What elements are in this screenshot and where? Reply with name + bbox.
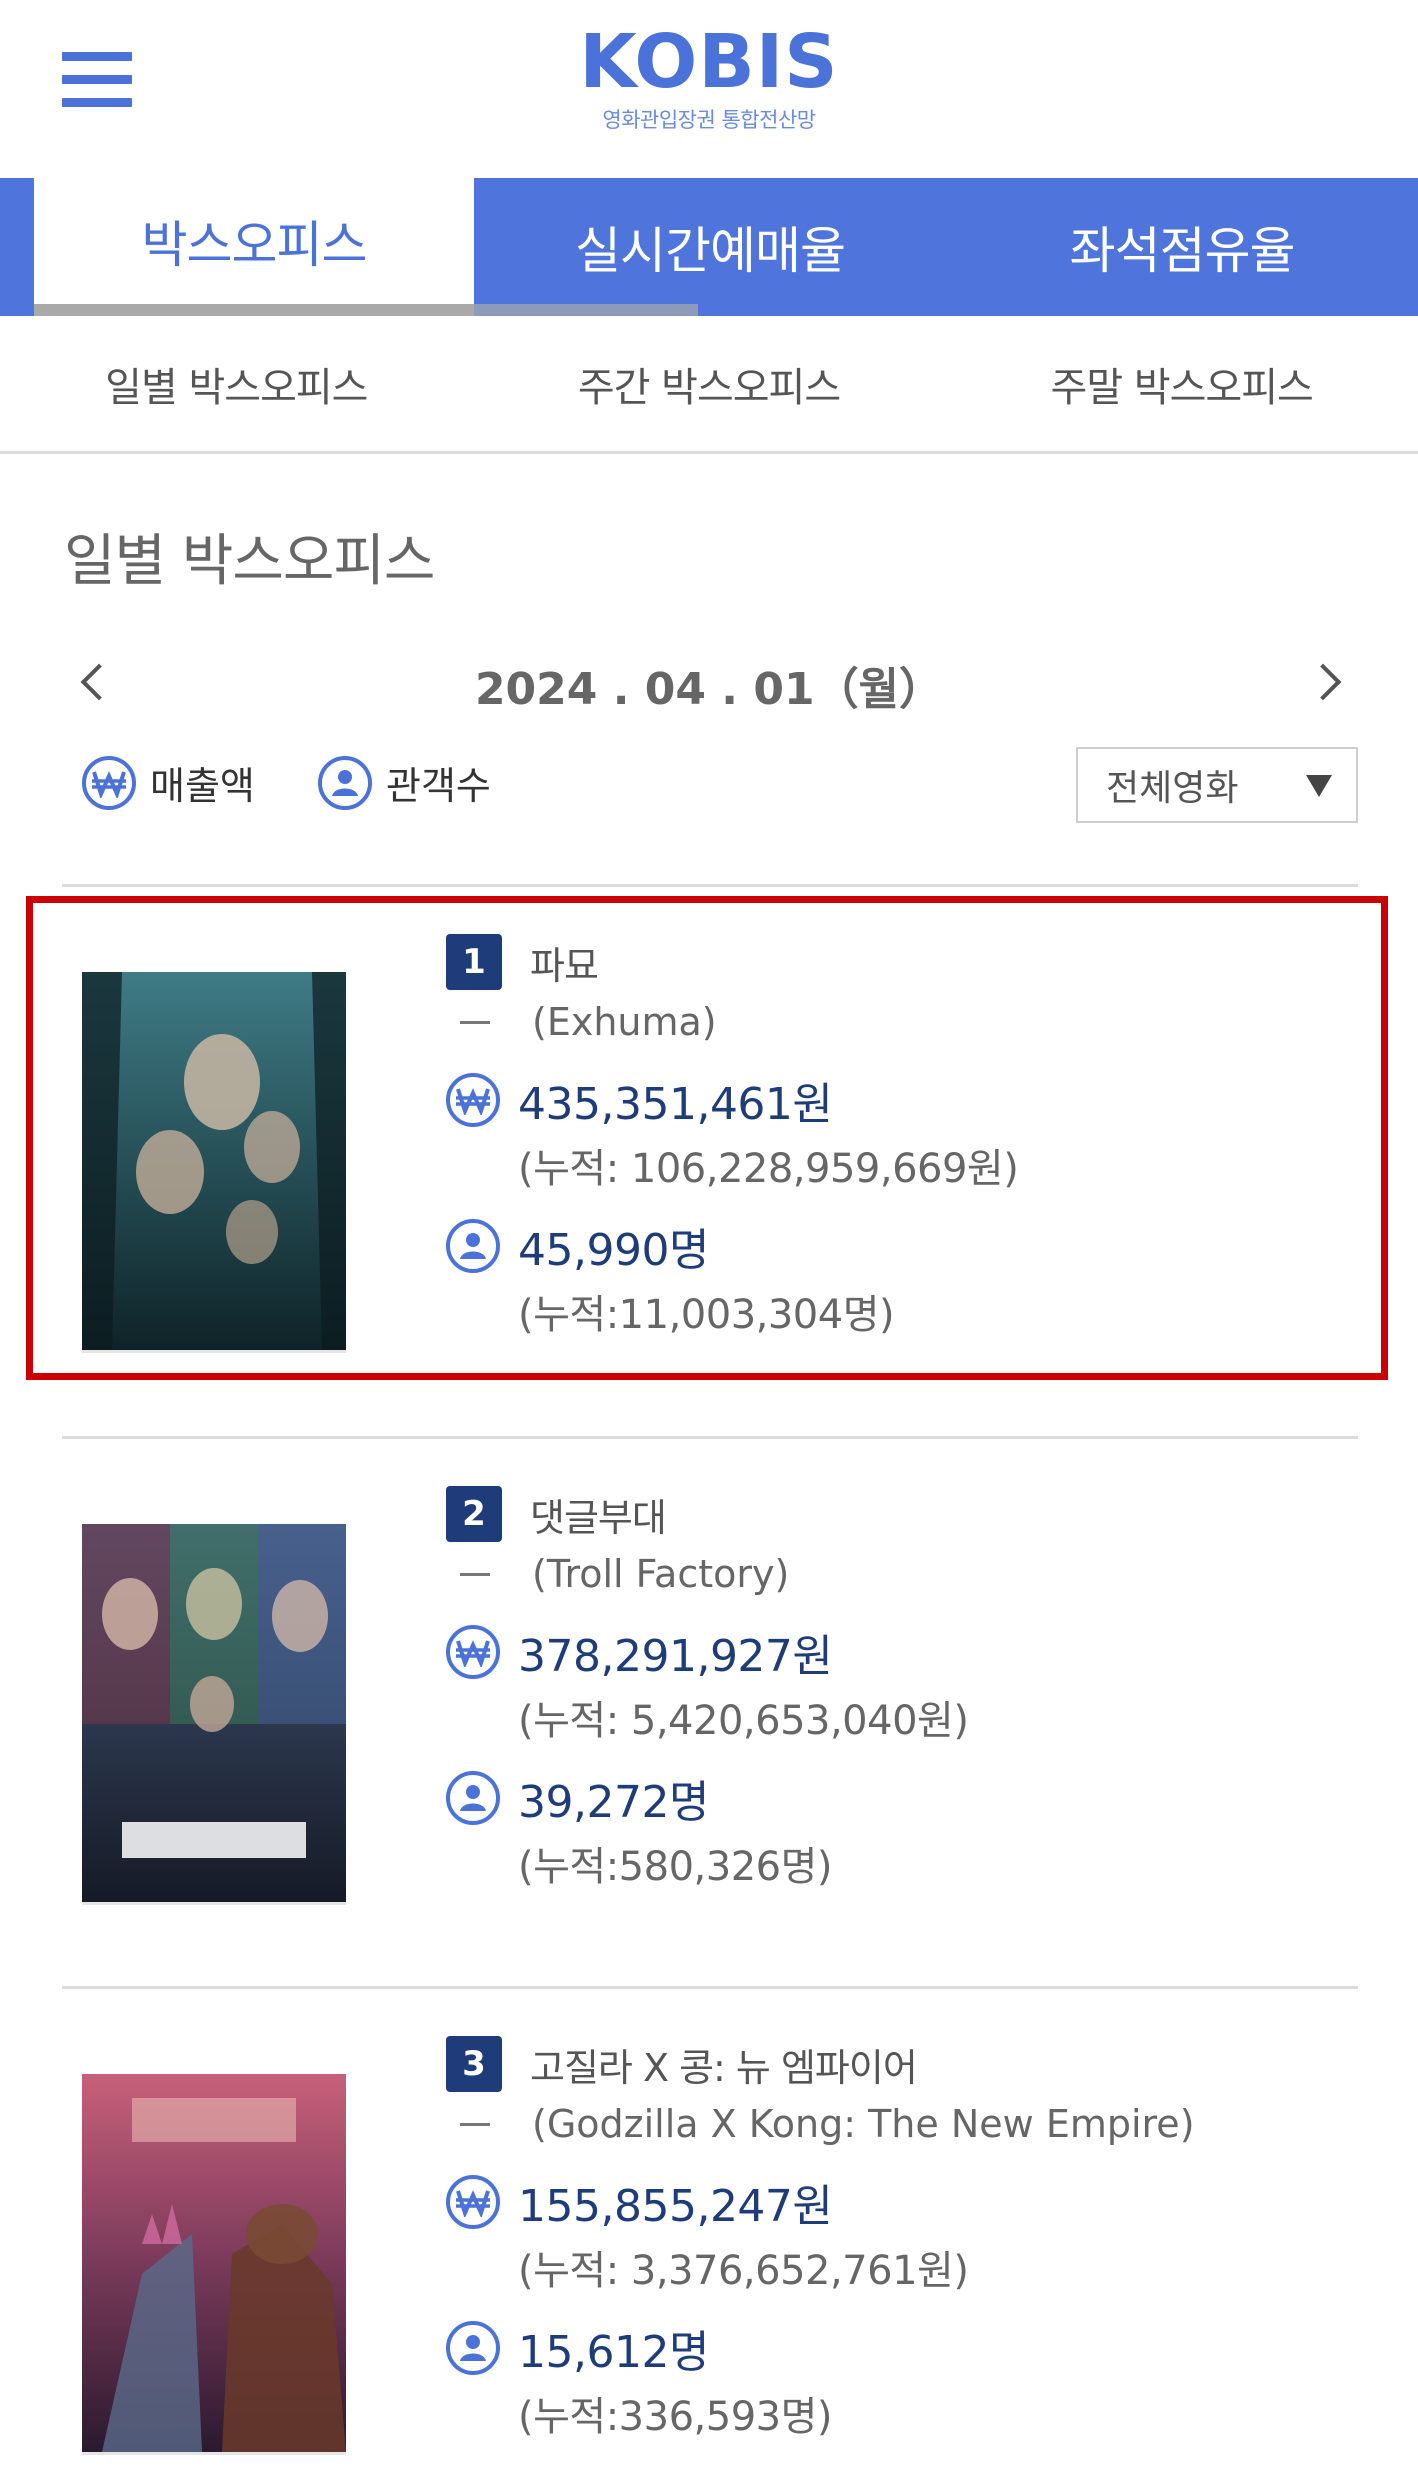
date-navigator: 2024 . 04 . 01（월） bbox=[0, 637, 1418, 747]
chevron-right-icon[interactable] bbox=[1310, 661, 1350, 701]
movie-entry[interactable]: 1 파묘 (Exhuma) 435,351,461원 (누적: 106,228,… bbox=[0, 896, 1418, 1376]
movie-title[interactable]: 댓글부대 bbox=[530, 1487, 667, 1542]
main-tab-bar: 박스오피스 실시간예매율 좌석점유율 bbox=[0, 178, 1418, 316]
movie-title-en-line: (Exhuma) bbox=[460, 1000, 717, 1044]
subtab-weekly[interactable]: 주간 박스오피스 bbox=[473, 355, 946, 413]
legend-sales-label: 매출액 bbox=[150, 764, 255, 808]
page: KOBIS 영화관입장권 통합전산망 박스오피스 실시간예매율 좌석점유율 일별… bbox=[0, 0, 1418, 2475]
movie-title-en-line: (Godzilla X Kong: The New Empire) bbox=[460, 2102, 1195, 2146]
rank-title-line: 2 댓글부대 bbox=[446, 1486, 667, 1542]
sales-stat: 155,855,247원 bbox=[446, 2170, 833, 2234]
person-icon bbox=[446, 1771, 500, 1825]
sales-value: 155,855,247원 bbox=[518, 2181, 833, 2232]
logo[interactable]: KOBIS 영화관입장권 통합전산망 bbox=[0, 22, 1418, 134]
rank-title-line: 3 고질라 X 콩: 뉴 엠파이어 bbox=[446, 2036, 918, 2092]
tab-shadow bbox=[474, 304, 698, 316]
movie-title-en: (Godzilla X Kong: The New Empire) bbox=[532, 2102, 1195, 2146]
sales-stat: 435,351,461원 bbox=[446, 1068, 833, 1132]
legend-sales: 매출액 bbox=[82, 755, 255, 810]
legend-row: 매출액 관객수 전체영화 bbox=[0, 747, 1418, 837]
rank-change-dash bbox=[460, 1572, 490, 1576]
audience-value: 15,612명 bbox=[518, 2327, 709, 2378]
movie-poster[interactable] bbox=[82, 972, 346, 1350]
sales-cumulative: (누적: 3,376,652,761원) bbox=[518, 2248, 969, 2294]
movie-title[interactable]: 고질라 X 콩: 뉴 엠파이어 bbox=[530, 2037, 918, 2092]
audience-cumulative: (누적:336,593명) bbox=[518, 2394, 833, 2440]
page-title: 일별 박스오피스 bbox=[64, 529, 435, 594]
won-currency-icon bbox=[446, 2175, 500, 2229]
header: KOBIS 영화관입장권 통합전산망 bbox=[0, 0, 1418, 178]
sales-cumulative: (누적: 106,228,959,669원) bbox=[518, 1146, 1019, 1192]
movie-entry[interactable]: 2 댓글부대 (Troll Factory) 378,291,927원 (누적:… bbox=[0, 1448, 1418, 1928]
person-icon bbox=[446, 1219, 500, 1273]
select-value: 전체영화 bbox=[1106, 768, 1239, 809]
date-label: 2024 . 04 . 01（월） bbox=[474, 664, 944, 715]
divider bbox=[62, 1436, 1358, 1439]
subtab-daily[interactable]: 일별 박스오피스 bbox=[0, 355, 473, 413]
logo-text: KOBIS bbox=[579, 19, 839, 105]
tab-realtime-reservation[interactable]: 실시간예매율 bbox=[474, 178, 946, 316]
audience-stat: 15,612명 bbox=[446, 2316, 709, 2380]
audience-value: 45,990명 bbox=[518, 1225, 709, 1276]
rank-badge: 2 bbox=[446, 1486, 502, 1542]
won-currency-icon bbox=[446, 1625, 500, 1679]
movie-title-en: (Troll Factory) bbox=[532, 1552, 790, 1596]
movie-poster[interactable] bbox=[82, 1524, 346, 1902]
triangle-down-icon bbox=[1306, 775, 1332, 797]
rank-change-dash bbox=[460, 1020, 490, 1024]
tab-seat-occupancy[interactable]: 좌석점유율 bbox=[946, 178, 1418, 316]
sales-value: 435,351,461원 bbox=[518, 1079, 833, 1130]
audience-value: 39,272명 bbox=[518, 1777, 709, 1828]
sales-value: 378,291,927원 bbox=[518, 1631, 833, 1682]
rank-change-dash bbox=[460, 2122, 490, 2126]
divider bbox=[62, 1986, 1358, 1989]
won-currency-icon bbox=[446, 1073, 500, 1127]
movie-title[interactable]: 파묘 bbox=[530, 935, 599, 990]
rank-badge: 1 bbox=[446, 934, 502, 990]
legend-audience: 관객수 bbox=[318, 755, 491, 810]
movie-title-en: (Exhuma) bbox=[532, 1000, 717, 1044]
won-currency-icon bbox=[82, 755, 136, 810]
divider bbox=[62, 884, 1358, 887]
legend-audience-label: 관객수 bbox=[386, 764, 491, 808]
tab-box-office[interactable]: 박스오피스 bbox=[34, 178, 474, 316]
logo-subtitle: 영화관입장권 통합전산망 bbox=[602, 108, 816, 132]
rank-badge: 3 bbox=[446, 2036, 502, 2092]
audience-cumulative: (누적:11,003,304명) bbox=[518, 1292, 895, 1338]
subtab-weekend[interactable]: 주말 박스오피스 bbox=[945, 355, 1418, 413]
movie-filter-select[interactable]: 전체영화 bbox=[1076, 747, 1358, 823]
person-icon bbox=[318, 755, 372, 810]
movie-entry[interactable]: 3 고질라 X 콩: 뉴 엠파이어 (Godzilla X Kong: The … bbox=[0, 1998, 1418, 2475]
audience-cumulative: (누적:580,326명) bbox=[518, 1844, 833, 1890]
audience-stat: 39,272명 bbox=[446, 1766, 709, 1830]
movie-poster[interactable] bbox=[82, 2074, 346, 2452]
rank-title-line: 1 파묘 bbox=[446, 934, 599, 990]
sales-stat: 378,291,927원 bbox=[446, 1620, 833, 1684]
audience-stat: 45,990명 bbox=[446, 1214, 709, 1278]
movie-title-en-line: (Troll Factory) bbox=[460, 1552, 789, 1596]
sales-cumulative: (누적: 5,420,653,040원) bbox=[518, 1698, 969, 1744]
sub-tab-bar: 일별 박스오피스 주간 박스오피스 주말 박스오피스 bbox=[0, 316, 1418, 454]
person-icon bbox=[446, 2321, 500, 2375]
